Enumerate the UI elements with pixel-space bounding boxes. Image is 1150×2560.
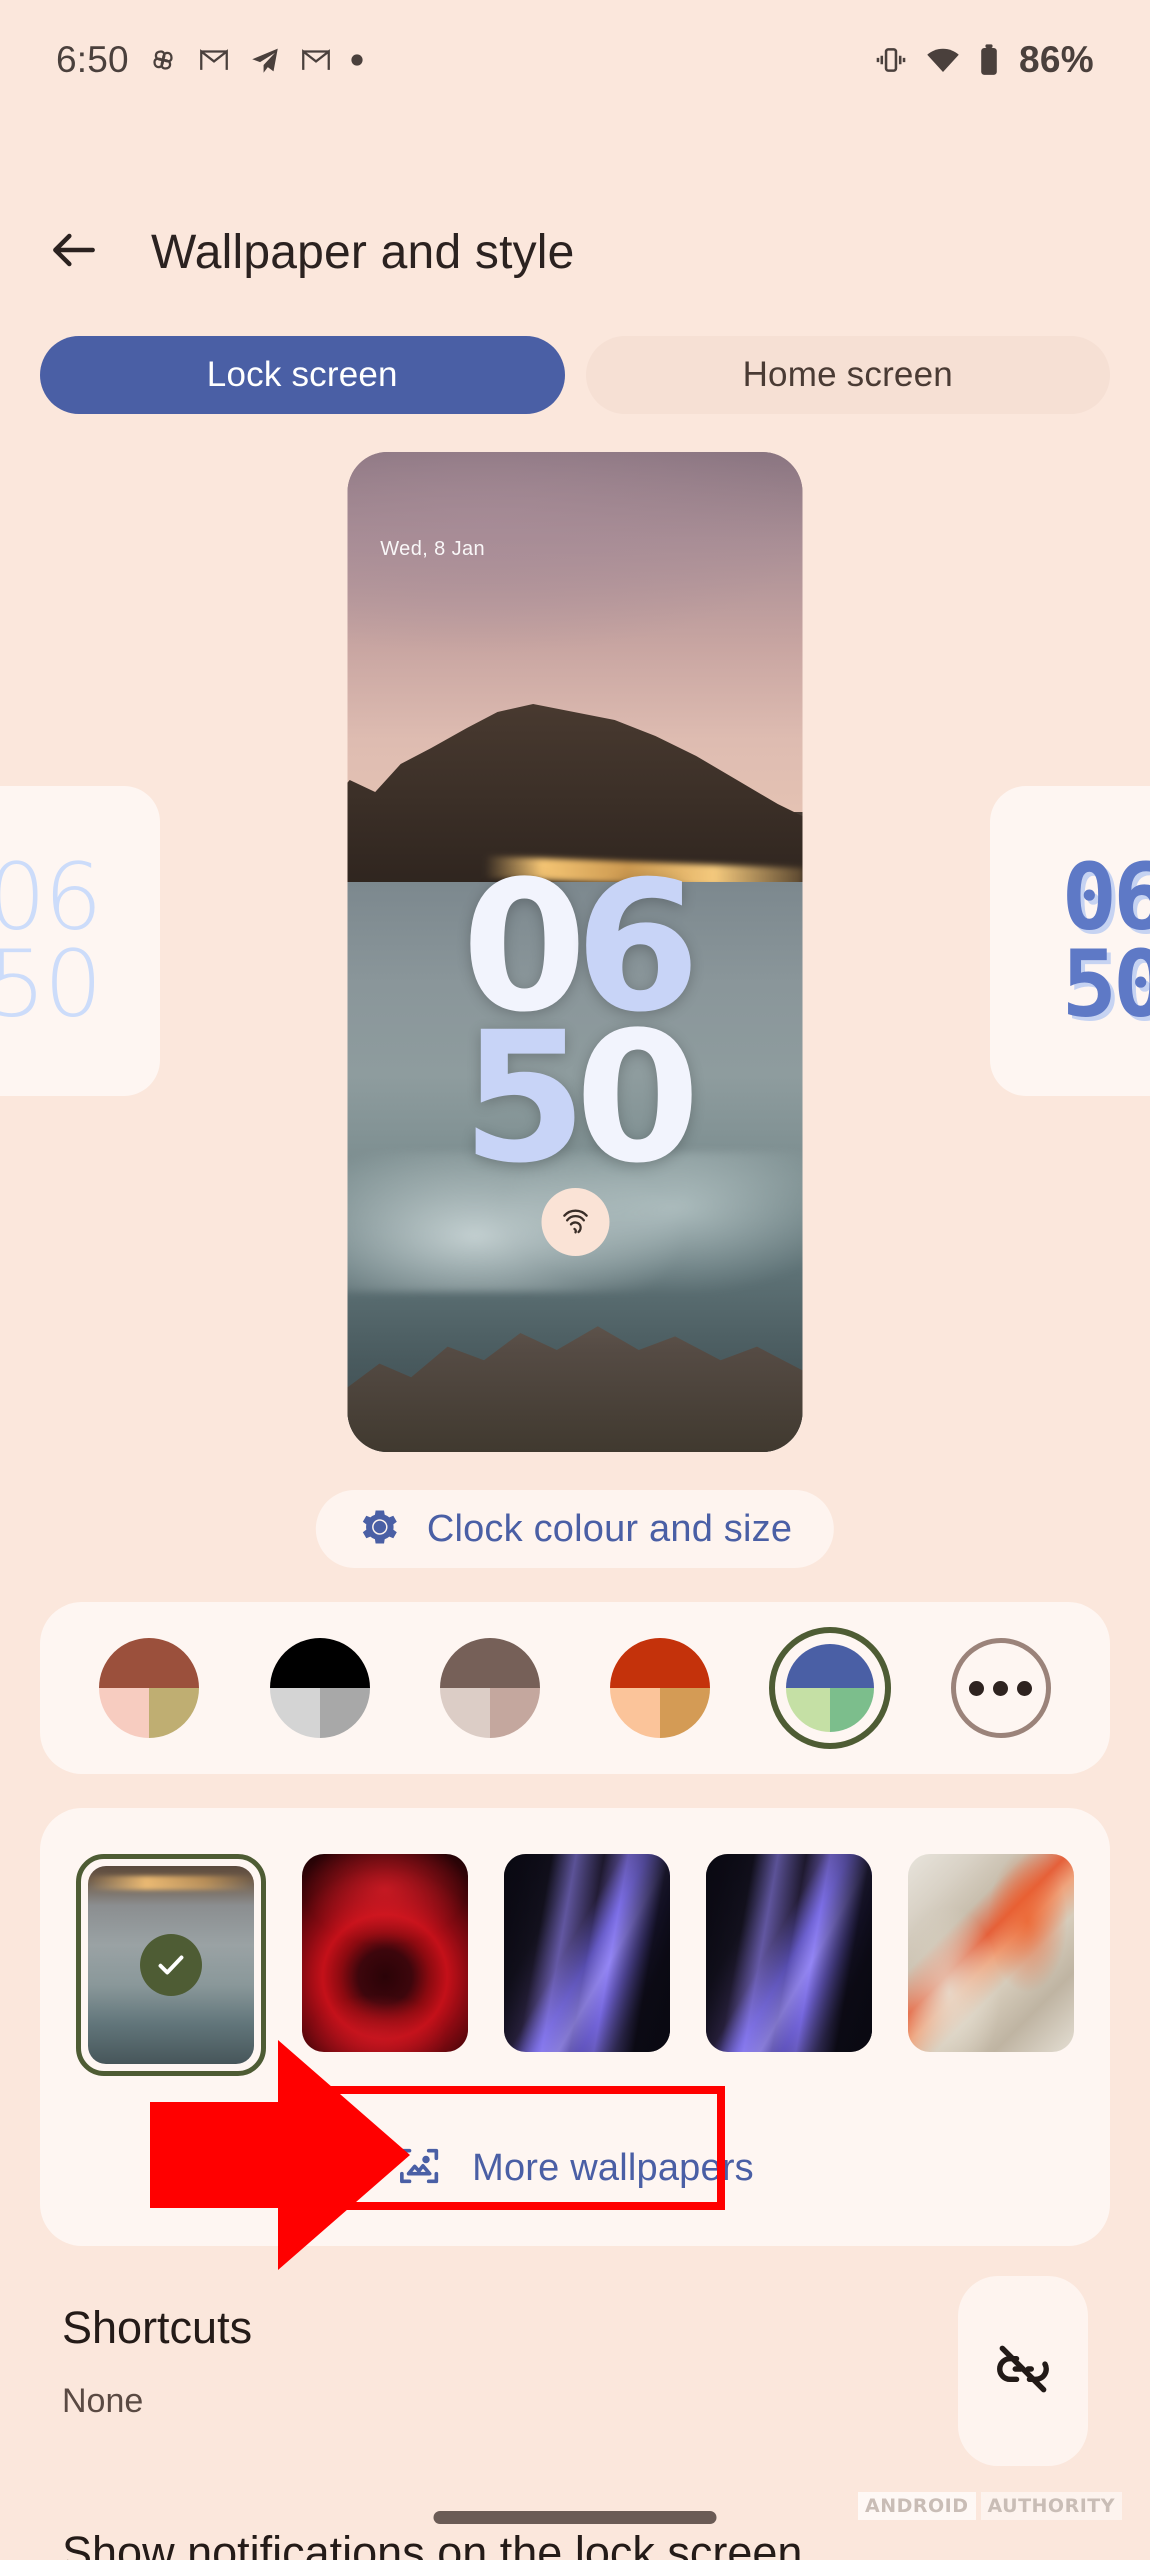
status-bar-time: 6:50	[56, 39, 129, 80]
preview-clock-thin: 06 50	[0, 843, 160, 1038]
wallpaper-thumb-purple-abstract-b[interactable]	[706, 1854, 872, 2052]
preview-clock-hours: 06	[1061, 843, 1150, 951]
back-arrow-icon	[46, 222, 102, 283]
watermark: ANDROID AUTHORITY	[858, 2492, 1122, 2520]
lock-screen-clock: 06 50	[348, 858, 803, 1204]
notifications-setting-label: Show notifications on the lock screen	[62, 2527, 803, 2560]
gmail-icon	[197, 43, 231, 77]
shortcuts-section[interactable]: Shortcuts None	[0, 2276, 1150, 2470]
preview-clock-hours: 06	[0, 843, 103, 951]
gmail-icon	[299, 43, 333, 77]
shortcuts-value: None	[62, 2382, 144, 2420]
watermark-authority: AUTHORITY	[980, 2492, 1122, 2520]
swatch-bottom-right	[660, 1688, 711, 1738]
swatch-bottom-left	[786, 1688, 831, 1732]
colour-swatch-more-button[interactable]	[940, 1627, 1062, 1749]
swatch-circle	[269, 1638, 370, 1738]
wallpaper-thumb-cream-orange-abstract[interactable]	[908, 1854, 1074, 2052]
watermark-android: ANDROID	[858, 2492, 976, 2520]
vibrate-icon	[874, 43, 908, 77]
preview-clock-segmented: 06 50	[990, 843, 1150, 1038]
swatch-top	[99, 1638, 200, 1688]
swatch-bottom-left	[439, 1688, 490, 1738]
colour-swatch-card	[40, 1602, 1110, 1774]
swatch-circle	[786, 1644, 875, 1732]
swatch-top	[439, 1638, 540, 1688]
gesture-nav-bar[interactable]	[433, 2511, 717, 2524]
fingerprint-icon	[541, 1188, 609, 1256]
swatch-circle	[610, 1638, 711, 1738]
lock-screen-date: Wed, 8 Jan	[380, 538, 486, 560]
battery-icon	[978, 43, 1000, 77]
clock-colour-and-size-button[interactable]: Clock colour and size	[315, 1490, 835, 1568]
gear-icon	[358, 1505, 402, 1554]
dot-icon	[350, 53, 364, 67]
colour-swatch-taupe[interactable]	[429, 1627, 551, 1749]
swatch-top	[269, 1638, 370, 1688]
pinwheel-icon	[146, 43, 180, 77]
annotation-arrow-icon	[150, 2040, 410, 2270]
preview-carousel[interactable]: 06 50 06 50 Wed, 8 Jan 06 50	[0, 452, 1150, 1452]
wallpaper-thumb-art	[504, 1854, 670, 2052]
swatch-circle	[99, 1638, 200, 1738]
clock-colour-and-size-label: Clock colour and size	[426, 1507, 793, 1550]
wallpaper-thumb-red-nebula[interactable]	[302, 1854, 468, 2052]
swatch-bottom-left	[610, 1688, 661, 1738]
swatch-bottom-right	[149, 1688, 200, 1738]
lock-screen-clock-minutes: 50	[461, 994, 701, 1204]
shortcuts-title: Shortcuts	[62, 2302, 253, 2353]
swatch-top	[786, 1644, 875, 1688]
wallpaper-thumb-art	[302, 1854, 468, 2052]
wallpaper-thumb-purple-abstract-a[interactable]	[504, 1854, 670, 2052]
status-bar: 6:50 86%	[0, 0, 1150, 120]
swatch-bottom-left	[269, 1688, 320, 1738]
preview-card-next[interactable]: 06 50	[990, 786, 1150, 1096]
colour-swatch-rust[interactable]	[88, 1627, 210, 1749]
colour-swatch-monochrome[interactable]	[259, 1627, 381, 1749]
wifi-icon	[925, 42, 961, 78]
wallpaper-thumb-art	[908, 1854, 1074, 2052]
link-off-icon	[992, 2338, 1054, 2405]
wallpaper-thumb-art	[706, 1854, 872, 2052]
app-header: Wallpaper and style	[0, 197, 1150, 307]
colour-swatch-orange[interactable]	[599, 1627, 721, 1749]
shortcuts-button[interactable]	[958, 2276, 1088, 2466]
swatch-bottom-right	[319, 1688, 370, 1738]
page-title: Wallpaper and style	[151, 225, 575, 279]
swatch-bottom-right	[489, 1688, 540, 1738]
telegram-icon	[248, 43, 282, 77]
lock-screen-preview[interactable]: Wed, 8 Jan 06 50	[347, 452, 803, 1452]
swatch-circle	[439, 1638, 540, 1738]
more-wallpapers-label: More wallpapers	[472, 2146, 754, 2189]
status-bar-right: 86%	[874, 39, 1094, 81]
tab-home-screen[interactable]: Home screen	[585, 336, 1110, 414]
screen-mode-tabs: Lock screen Home screen	[40, 336, 1110, 414]
preview-clock-minutes: 50	[0, 931, 103, 1038]
back-button[interactable]	[28, 206, 120, 298]
battery-percent: 86%	[1019, 39, 1094, 80]
swatch-bottom-right	[830, 1688, 875, 1732]
more-options-icon	[950, 1638, 1051, 1738]
preview-clock-minutes: 50	[1061, 931, 1150, 1038]
preview-card-previous[interactable]: 06 50	[0, 786, 160, 1096]
wallpaper-thumb-image	[88, 1866, 254, 2064]
swatch-top	[610, 1638, 711, 1688]
check-icon	[140, 1934, 202, 1996]
colour-swatch-blue-green[interactable]	[769, 1627, 892, 1749]
status-bar-left: 6:50	[56, 39, 364, 81]
tab-lock-screen[interactable]: Lock screen	[40, 336, 565, 414]
swatch-bottom-left	[99, 1688, 150, 1738]
